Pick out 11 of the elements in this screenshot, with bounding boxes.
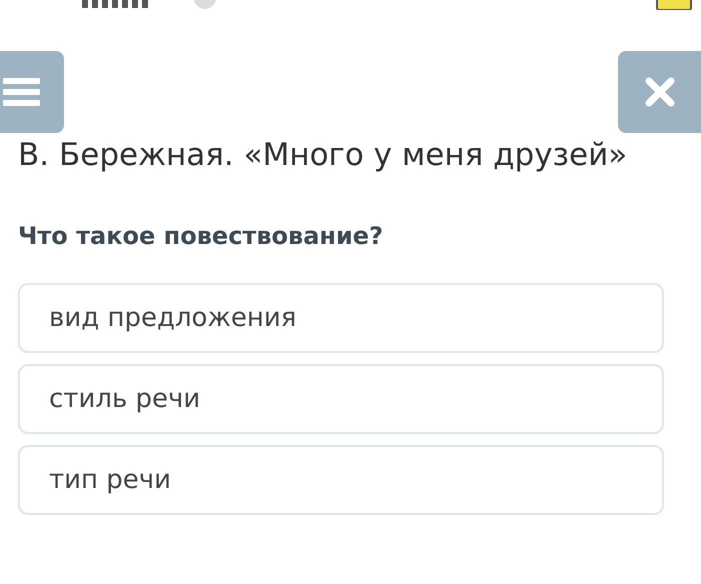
- close-icon: [644, 77, 674, 107]
- answer-option[interactable]: стиль речи: [18, 364, 664, 434]
- lesson-title: В. Бережная. «Много у меня друзей»: [18, 136, 628, 174]
- question-text: Что такое повествование?: [18, 222, 384, 250]
- menu-button[interactable]: [0, 51, 64, 133]
- answer-option[interactable]: вид предложения: [18, 283, 664, 353]
- close-button[interactable]: [618, 51, 701, 133]
- menu-icon: [0, 75, 40, 109]
- battery-icon: [655, 0, 695, 10]
- signal-icon: [82, 0, 148, 8]
- answer-option[interactable]: тип речи: [18, 445, 664, 515]
